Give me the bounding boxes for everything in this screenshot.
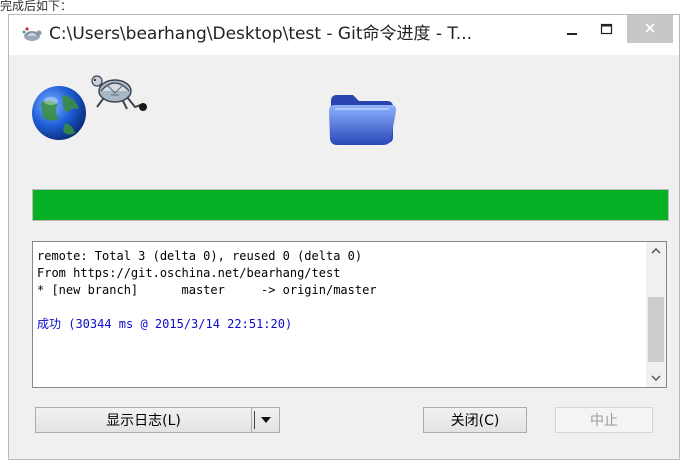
title-bar[interactable]: C:\Users\bearhang\Desktop\test - Git命令进度…: [9, 15, 679, 55]
close-window-button[interactable]: [627, 15, 673, 43]
scroll-thumb[interactable]: [648, 297, 664, 362]
window-title: C:\Users\bearhang\Desktop\test - Git命令进度…: [49, 24, 473, 44]
dropdown-arrow-icon: [261, 417, 271, 423]
page-caption: 完成后如下：: [0, 0, 73, 13]
log-line: From https://git.oschina.net/bearhang/te…: [37, 266, 341, 280]
scroll-down-button[interactable]: [646, 369, 666, 387]
globe-icon: [32, 86, 86, 140]
log-text: remote: Total 3 (delta 0), reused 0 (del…: [37, 248, 642, 333]
tortoise-icon: [91, 75, 147, 111]
minimize-button[interactable]: [559, 18, 585, 42]
transfer-animation: [32, 75, 397, 145]
close-button[interactable]: 关闭(C): [423, 407, 527, 433]
maximize-button[interactable]: [594, 18, 620, 42]
chevron-up-icon: [651, 247, 661, 254]
log-line: * [new branch] master -> origin/master: [37, 283, 377, 297]
log-scrollbar[interactable]: [646, 242, 666, 387]
log-output[interactable]: remote: Total 3 (delta 0), reused 0 (del…: [32, 241, 667, 388]
folder-icon: [329, 95, 397, 145]
progress-fill: [33, 190, 668, 220]
show-log-button[interactable]: 显示日志(L): [35, 407, 252, 433]
chevron-down-icon: [651, 375, 661, 382]
tortoise-git-icon: [22, 27, 42, 41]
log-success-line: 成功 (30344 ms @ 2015/3/14 22:51:20): [37, 317, 293, 331]
progress-bar: [32, 189, 669, 221]
show-log-dropdown-button[interactable]: [252, 407, 280, 433]
minimize-icon: [567, 33, 577, 35]
maximize-icon: [600, 23, 613, 35]
close-icon: [645, 23, 655, 33]
abort-button[interactable]: 中止: [555, 407, 653, 433]
scroll-up-button[interactable]: [646, 242, 666, 260]
log-line: remote: Total 3 (delta 0), reused 0 (del…: [37, 249, 363, 263]
git-progress-dialog: C:\Users\bearhang\Desktop\test - Git命令进度…: [8, 14, 680, 460]
